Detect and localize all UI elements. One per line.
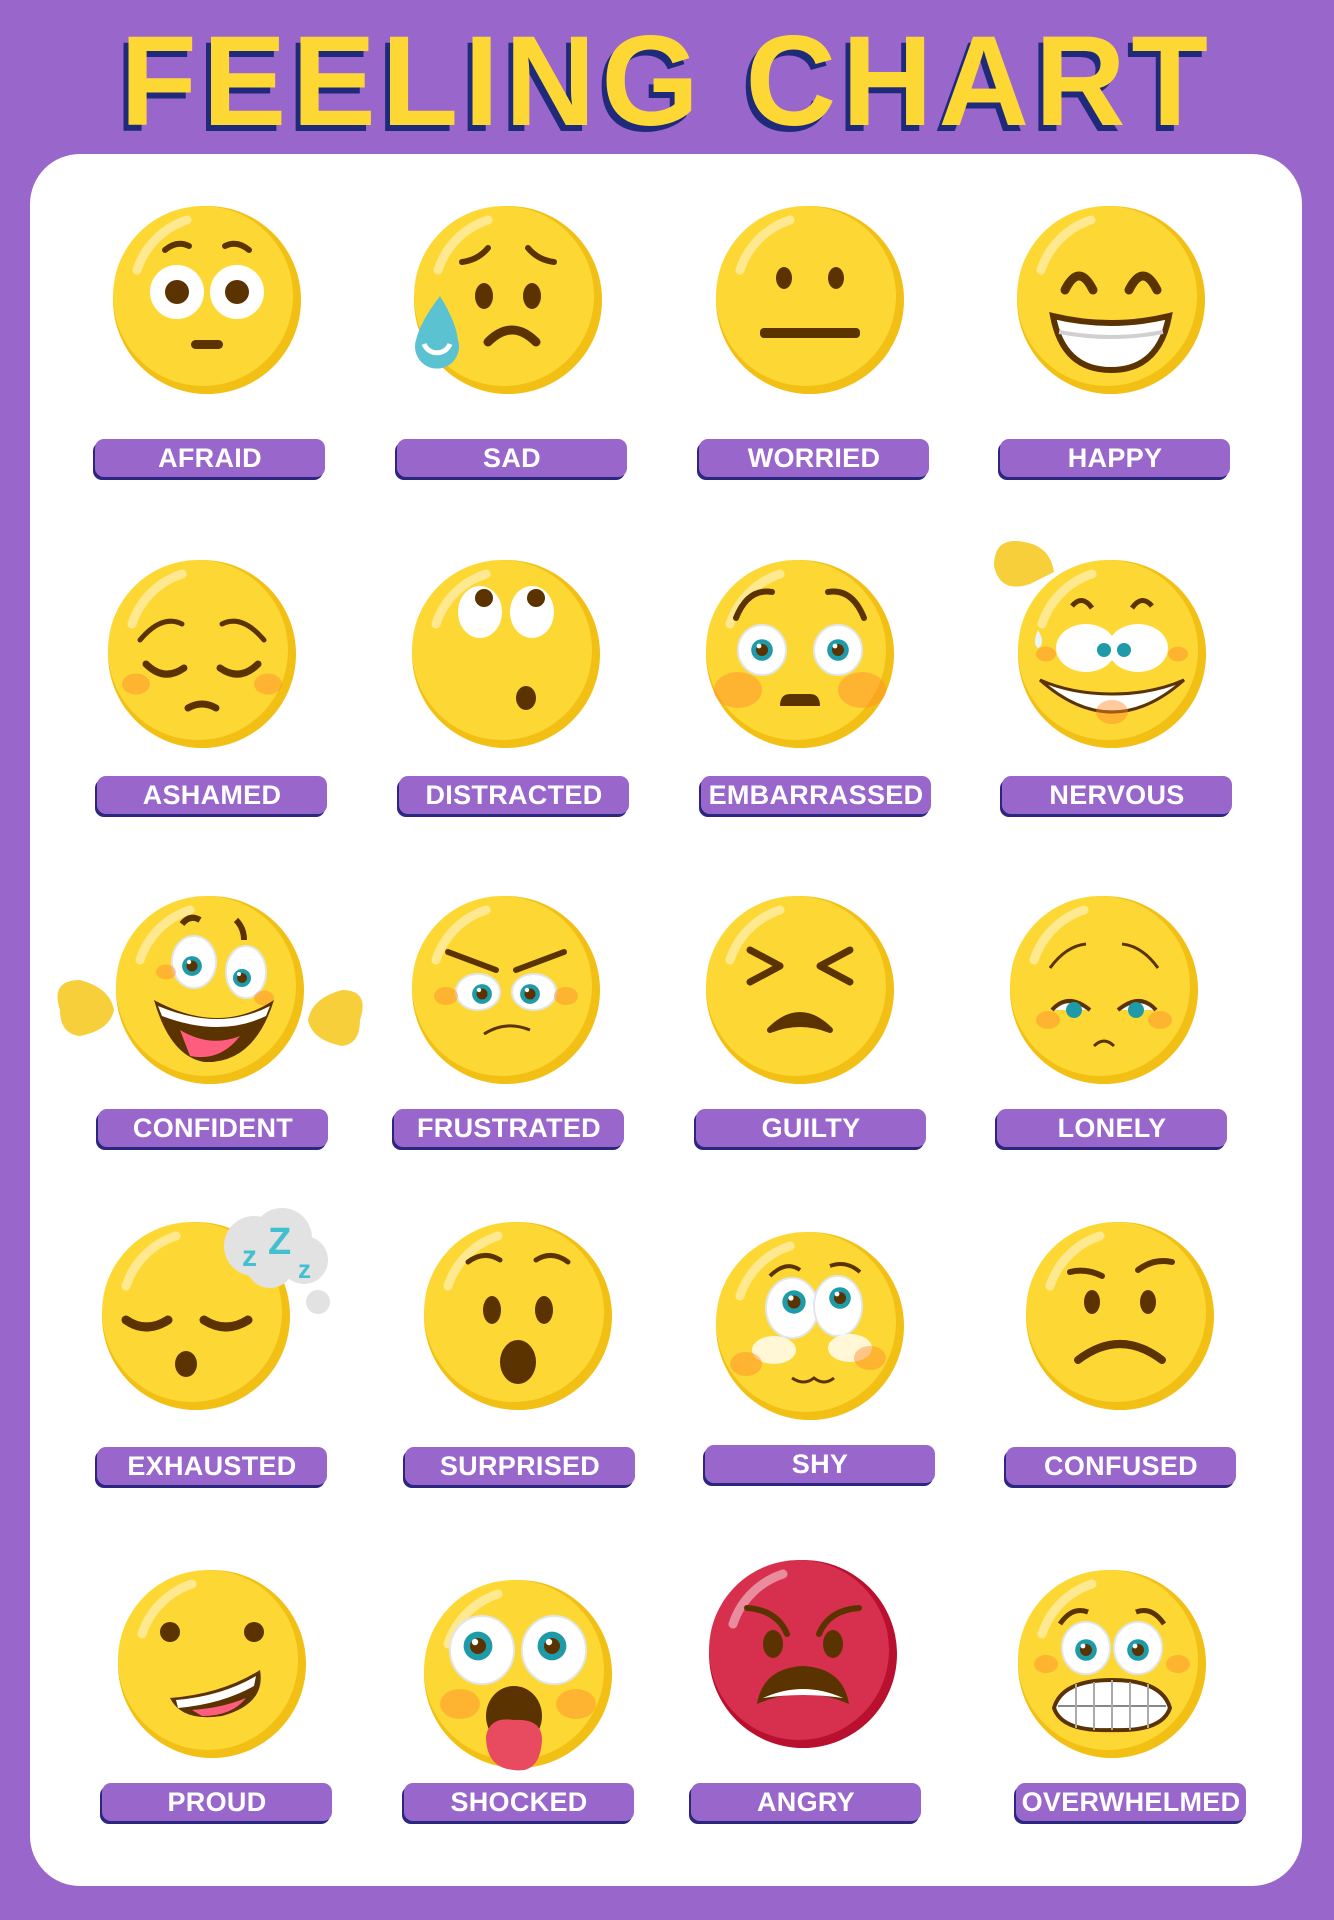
afraid-face-icon [113,206,301,394]
feeling-label-lonely: LONELY [997,1109,1227,1147]
svg-text:z: z [298,1254,311,1284]
lonely-face-icon [1010,896,1198,1084]
feeling-label-worried: WORRIED [699,439,929,477]
feeling-label-nervous: NERVOUS [1002,776,1232,814]
ashamed-face-icon [108,560,296,748]
feeling-label-angry: ANGRY [691,1783,921,1821]
frustrated-face-icon [412,896,600,1084]
feeling-label-overwhelmed: OVERWHELMED [1016,1783,1246,1821]
svg-text:Z: Z [268,1221,291,1263]
feeling-label-surprised: SURPRISED [405,1447,635,1485]
guilty-face-icon [706,896,894,1084]
shy-face-icon [716,1232,904,1420]
feeling-label-embarrassed: EMBARRASSED [701,776,931,814]
chart-title: FEELING CHART [120,10,1214,153]
feeling-label-frustrated: FRUSTRATED [394,1109,624,1147]
overwhelmed-face-icon [1018,1570,1206,1758]
svg-text:z: z [242,1240,257,1273]
angry-face-icon [709,1560,897,1748]
confident-face-icon [57,896,363,1084]
proud-face-icon [118,1570,306,1758]
confused-face-icon [1026,1222,1214,1410]
feeling-label-confused: CONFUSED [1006,1447,1236,1485]
feeling-label-proud: PROUD [102,1783,332,1821]
feeling-label-shy: SHY [705,1445,935,1483]
feeling-label-sad: SAD [397,439,627,477]
exhausted-face-icon: z Z z [102,1208,330,1410]
feeling-label-afraid: AFRAID [95,439,325,477]
feeling-label-confident: CONFIDENT [98,1109,328,1147]
feeling-label-exhausted: EXHAUSTED [97,1447,327,1485]
feeling-label-happy: HAPPY [1000,439,1230,477]
feeling-label-ashamed: ASHAMED [97,776,327,814]
distracted-face-icon [412,560,600,748]
feeling-label-shocked: SHOCKED [404,1783,634,1821]
sad-face-icon [414,206,602,394]
feeling-label-guilty: GUILTY [696,1109,926,1147]
happy-face-icon [1017,206,1205,394]
feeling-label-distracted: DISTRACTED [399,776,629,814]
nervous-face-icon [994,541,1206,748]
surprised-face-icon [424,1222,612,1410]
worried-face-icon [716,206,904,394]
embarrassed-face-icon [706,560,894,748]
